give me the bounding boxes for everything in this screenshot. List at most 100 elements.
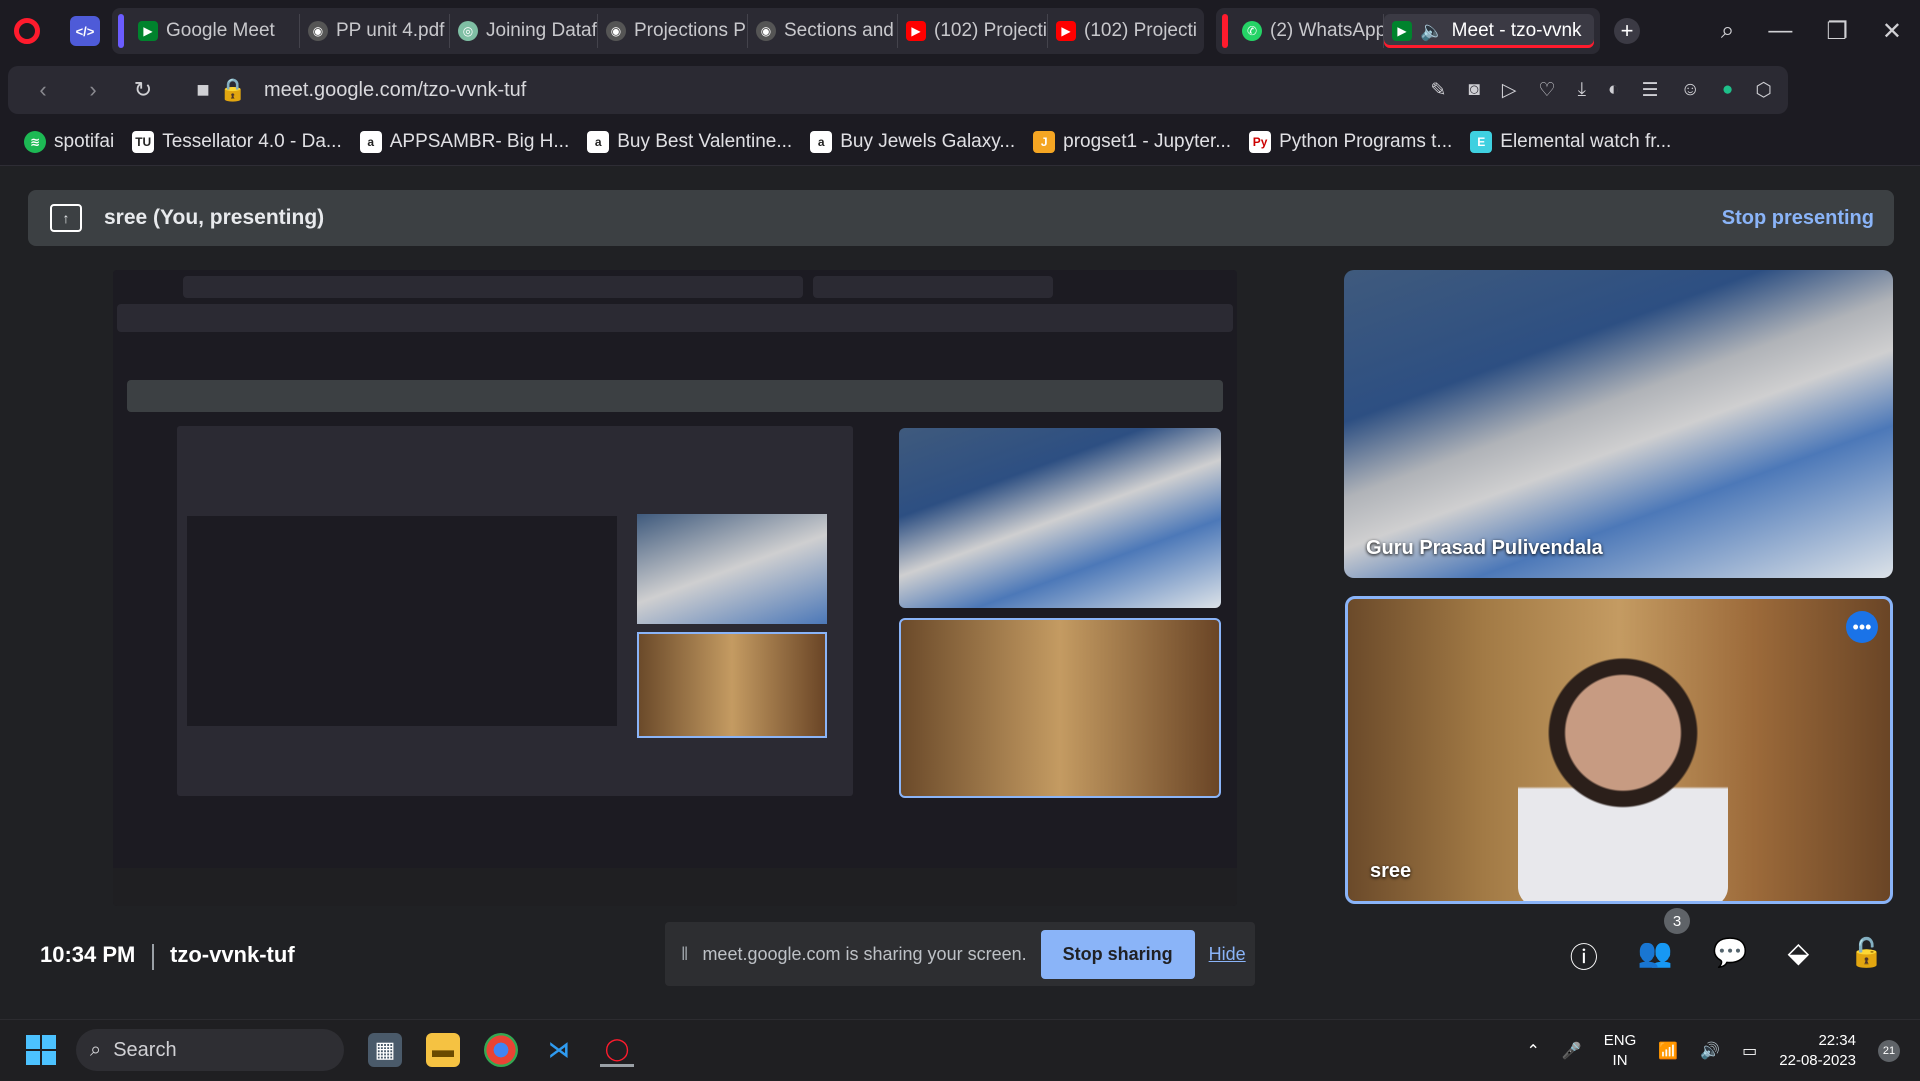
download-icon[interactable]: ⤓ bbox=[1578, 79, 1586, 101]
tab-joining-data[interactable]: ◎ Joining Dataf bbox=[450, 14, 598, 48]
browser-tab-bar: </> ▶ Google Meet ◉ PP unit 4.pdf ◎ Joining… bbox=[0, 0, 1920, 62]
search-tabs-icon[interactable]: ⌕ bbox=[1721, 17, 1734, 45]
hide-link[interactable]: Hide bbox=[1209, 944, 1246, 965]
amazon-icon: a bbox=[359, 130, 382, 153]
camera-indicator-icon[interactable]: ■ bbox=[188, 77, 218, 103]
tab-whatsapp[interactable]: ✆ (2) WhatsApp bbox=[1234, 14, 1384, 48]
tab-sections[interactable]: ◉ Sections and bbox=[748, 14, 898, 48]
bookmark-jewels[interactable]: a Buy Jewels Galaxy... bbox=[810, 130, 1016, 153]
meeting-time: 10:34 PM bbox=[40, 942, 136, 967]
dev-tools-icon[interactable]: </> bbox=[70, 16, 100, 46]
tab-label: (2) WhatsApp bbox=[1270, 20, 1384, 41]
participant-tile-sree[interactable]: ••• sree bbox=[1345, 596, 1893, 904]
new-tab-button[interactable]: + bbox=[1614, 18, 1640, 44]
stop-sharing-button[interactable]: Stop sharing bbox=[1040, 929, 1195, 979]
host-controls-icon[interactable]: 🔓 bbox=[1849, 936, 1884, 976]
tab-projections[interactable]: ◉ Projections P bbox=[598, 14, 748, 48]
opera-logo-icon[interactable] bbox=[14, 18, 40, 44]
url-text[interactable]: meet.google.com/tzo-vvnk-tuf bbox=[264, 79, 526, 102]
clock[interactable]: 22:34 22-08-2023 bbox=[1779, 1031, 1856, 1071]
battery-icon[interactable]: ▭ bbox=[1742, 1041, 1757, 1061]
microphone-icon[interactable]: 🎤 bbox=[1562, 1041, 1582, 1061]
forward-icon[interactable]: › bbox=[78, 77, 108, 103]
snapshot-icon[interactable]: ◙ bbox=[1468, 79, 1479, 101]
participant-video bbox=[1518, 639, 1728, 901]
info-icon[interactable]: ⓘ bbox=[1570, 936, 1598, 976]
globe-icon: ◉ bbox=[756, 21, 776, 41]
joining-icon: ◎ bbox=[458, 21, 478, 41]
extensions-icon[interactable]: ⬡ bbox=[1755, 79, 1772, 102]
people-count-badge: 3 bbox=[1664, 908, 1690, 934]
language-indicator[interactable]: ENG IN bbox=[1604, 1031, 1637, 1071]
participant-tile-guru[interactable]: Guru Prasad Pulivendala bbox=[1344, 270, 1893, 578]
address-actions: ✎ ◙ ▷ ♡ ⤓ ◐ ☰ ☺ ● ⬡ bbox=[1431, 66, 1773, 114]
people-icon[interactable]: 👥 bbox=[1638, 936, 1673, 976]
bookmark-label: spotifai bbox=[54, 130, 115, 152]
chevron-up-icon[interactable]: ⌃ bbox=[1526, 1041, 1539, 1061]
youtube-icon: ▶ bbox=[1056, 21, 1076, 41]
taskbar-search[interactable]: ⌕ Search bbox=[76, 1029, 344, 1071]
windows-taskbar: ⌕ Search ▦ ▬ ⋊ ◯ ⌃ 🎤 ENG IN 📶 🔊 ▭ 22:34 … bbox=[0, 1019, 1920, 1080]
back-icon[interactable]: ‹ bbox=[28, 77, 58, 103]
tab-youtube-2[interactable]: ▶ (102) Projecti bbox=[1048, 14, 1198, 48]
opera-taskbar-icon[interactable]: ◯ bbox=[600, 1033, 634, 1067]
bookmark-label: Buy Jewels Galaxy... bbox=[840, 130, 1016, 152]
mini-sree-tile bbox=[899, 618, 1221, 798]
meet-bottom-bar: 10:34 PM tzo-vvnk-tuf ‖ meet.google.com … bbox=[0, 906, 1920, 1019]
spotify-icon: ≋ bbox=[24, 130, 46, 153]
edit-icon[interactable]: ✎ bbox=[1431, 79, 1447, 102]
profile-icon[interactable]: ☺ bbox=[1681, 79, 1700, 101]
tab-label: Joining Dataf bbox=[486, 20, 597, 41]
bookmark-progset[interactable]: Jprogset1 - Jupyter... bbox=[1033, 130, 1231, 153]
easy-setup-icon[interactable]: ☰ bbox=[1641, 79, 1658, 102]
wifi-icon[interactable]: 📶 bbox=[1658, 1041, 1678, 1061]
bookmark-python[interactable]: Py Python Programs t... bbox=[1249, 130, 1453, 153]
bookmark-elemental[interactable]: E Elemental watch fr... bbox=[1470, 130, 1671, 153]
bookmark-valentine[interactable]: a Buy Best Valentine... bbox=[587, 130, 793, 153]
tab-youtube-1[interactable]: ▶ (102) Projecti bbox=[898, 14, 1048, 48]
reload-icon[interactable]: ↻ bbox=[128, 77, 158, 103]
elemental-icon: E bbox=[1470, 130, 1493, 153]
play-icon[interactable]: ▷ bbox=[1502, 79, 1517, 102]
tab-label: (102) Projecti bbox=[1084, 20, 1197, 41]
bookmark-appsambr[interactable]: a APPSAMBR- Big H... bbox=[359, 130, 569, 153]
chat-icon[interactable]: 💬 bbox=[1713, 936, 1748, 976]
bookmark-spotifai[interactable]: ≋ spotifai bbox=[24, 130, 115, 153]
address-bar[interactable]: ‹ › ↻ ■ 🔒 meet.google.com/tzo-vvnk-tuf ✎… bbox=[8, 66, 1788, 114]
restore-icon[interactable]: ❐ bbox=[1826, 17, 1848, 46]
bookmark-label: Buy Best Valentine... bbox=[617, 130, 793, 152]
mini-taskbar bbox=[113, 868, 1237, 906]
more-options-icon[interactable]: ••• bbox=[1846, 611, 1878, 643]
lock-icon[interactable]: 🔒 bbox=[218, 77, 248, 103]
jupyter-icon: J bbox=[1033, 130, 1056, 153]
vscode-icon[interactable]: ⋊ bbox=[542, 1033, 576, 1067]
battery-saver-icon[interactable]: ◐ bbox=[1608, 79, 1619, 101]
aria-icon[interactable]: ● bbox=[1722, 79, 1733, 101]
heart-icon[interactable]: ♡ bbox=[1539, 79, 1556, 102]
tab-group-color-bar bbox=[1222, 14, 1228, 48]
tab-pp-unit[interactable]: ◉ PP unit 4.pdf bbox=[300, 14, 450, 48]
chrome-icon[interactable] bbox=[484, 1033, 518, 1067]
lang-region: IN bbox=[1612, 1051, 1628, 1069]
tab-label: Meet - tzo-vvnk bbox=[1451, 20, 1582, 41]
close-icon[interactable]: ✕ bbox=[1882, 17, 1902, 46]
file-explorer-icon[interactable]: ▬ bbox=[426, 1033, 460, 1067]
tab-label: Projections P bbox=[634, 20, 746, 41]
tab-google-meet[interactable]: ▶ Google Meet bbox=[130, 14, 300, 48]
drag-handle-icon[interactable]: ‖ bbox=[681, 944, 688, 965]
tab-group-1: ▶ Google Meet ◉ PP unit 4.pdf ◎ Joining Dat… bbox=[112, 8, 1204, 54]
stop-presenting-button[interactable]: Stop presenting bbox=[1722, 207, 1874, 230]
bookmark-label: Python Programs t... bbox=[1279, 130, 1453, 152]
tab-meet-active[interactable]: ▶ 🔈 Meet - tzo-vvnk bbox=[1384, 14, 1594, 48]
activities-icon[interactable]: ⬙ bbox=[1788, 936, 1810, 976]
volume-icon[interactable]: 🔊 bbox=[1700, 1041, 1720, 1061]
tab-group-color-bar bbox=[118, 14, 124, 48]
windows-start-icon[interactable] bbox=[26, 1035, 56, 1065]
system-tray: ⌃ 🎤 ENG IN 📶 🔊 ▭ 22:34 22-08-2023 21 bbox=[1526, 1020, 1900, 1081]
tab-label: Sections and bbox=[784, 20, 894, 41]
taskbar-apps: ▦ ▬ ⋊ ◯ bbox=[368, 1033, 634, 1067]
minimize-icon[interactable]: — bbox=[1768, 17, 1792, 45]
bookmark-tessellator[interactable]: TU Tessellator 4.0 - Da... bbox=[132, 130, 342, 153]
notification-badge[interactable]: 21 bbox=[1878, 1039, 1900, 1062]
calculator-icon[interactable]: ▦ bbox=[368, 1033, 402, 1067]
